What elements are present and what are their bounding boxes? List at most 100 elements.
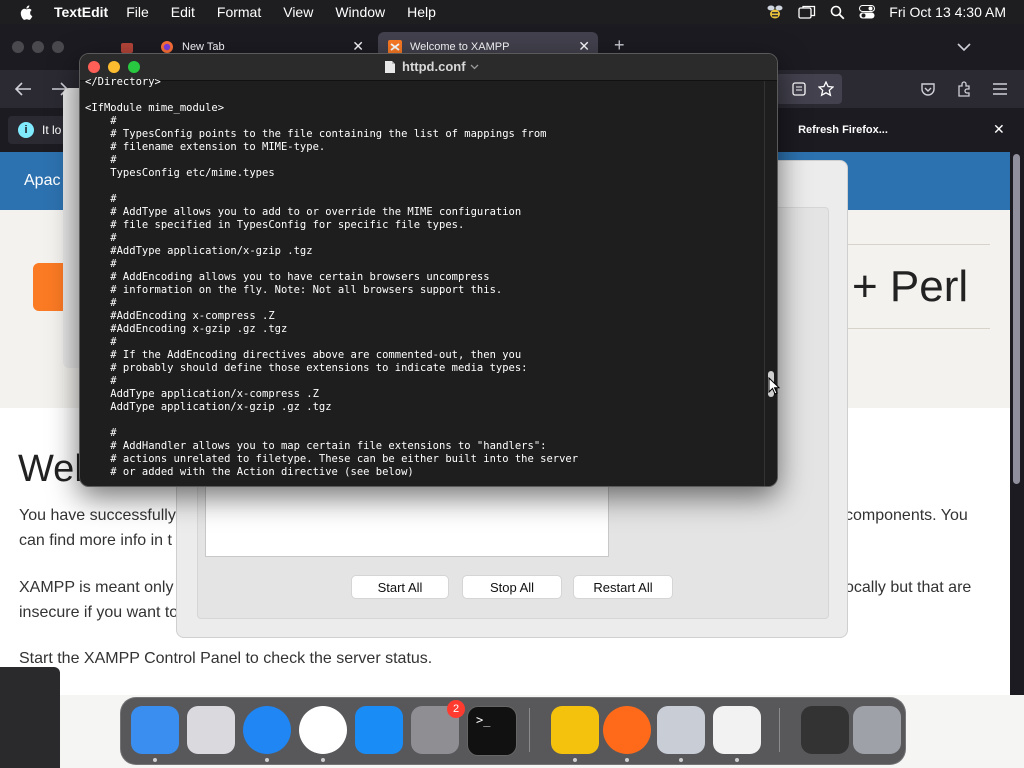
stop-all-button[interactable]: Stop All — [462, 575, 562, 599]
xampp-bee-icon[interactable] — [551, 706, 599, 754]
text-line: # — [85, 375, 117, 387]
app-store-icon[interactable] — [355, 706, 403, 754]
terminal-icon[interactable]: >_ — [467, 706, 517, 756]
window-switcher-icon[interactable] — [798, 5, 816, 19]
pocket-icon[interactable] — [920, 81, 936, 97]
hero-title: + Perl — [852, 262, 969, 311]
menu-edit[interactable]: Edit — [171, 4, 195, 20]
text-line: # file specified in TypesConfig for spec… — [85, 219, 465, 231]
refresh-firefox-button[interactable]: Refresh Firefox... — [778, 116, 908, 144]
restart-all-button[interactable]: Restart All — [573, 575, 673, 599]
menu-help[interactable]: Help — [407, 4, 436, 20]
back-arrow-icon[interactable] — [15, 82, 33, 96]
welcome-heading: Wel — [18, 448, 83, 490]
text-line: # or added with the Action directive (se… — [85, 466, 414, 478]
text-line: # — [85, 232, 117, 244]
menu-view[interactable]: View — [283, 4, 313, 20]
chrome-icon[interactable] — [299, 706, 347, 754]
warning-paragraph-right: ocally but that are — [845, 579, 972, 596]
gear-app-icon[interactable] — [657, 706, 705, 754]
notification-text: It lo — [42, 123, 62, 137]
stop-all-label: Stop All — [489, 579, 535, 595]
text-line: # filename extension to MIME-type. — [85, 141, 326, 153]
tab-label: Welcome to XAMPP — [410, 41, 510, 53]
running-indicator — [321, 758, 325, 762]
document-text-area[interactable]: </Directory> <IfModule mime_module> # # … — [85, 76, 765, 482]
text-line: </Directory> — [85, 76, 161, 88]
firefox-scrollbar[interactable] — [1010, 152, 1024, 695]
running-indicator — [735, 758, 739, 762]
minimize-button[interactable] — [108, 61, 120, 73]
close-button[interactable] — [88, 61, 100, 73]
active-app-name[interactable]: TextEdit — [54, 4, 108, 20]
scrollbar-thumb[interactable] — [1013, 154, 1020, 484]
reader-view-icon[interactable] — [792, 82, 806, 96]
xampp-tab-icon — [388, 40, 402, 54]
text-line: AddType application/x-compress .Z — [85, 388, 319, 400]
start-all-label: Start All — [377, 579, 423, 595]
window-title[interactable]: httpd.conf — [384, 59, 479, 74]
url-bar-right-section — [776, 74, 842, 104]
firefox-icon[interactable] — [603, 706, 651, 754]
launchpad-icon[interactable] — [187, 706, 235, 754]
header-brand[interactable]: Apac — [24, 172, 60, 190]
intro-paragraph-line1: You have successfully — [19, 507, 176, 524]
minimize-window-light[interactable] — [32, 41, 44, 53]
menu-format[interactable]: Format — [217, 4, 261, 20]
text-line: # — [85, 336, 117, 348]
control-panel-paragraph: Start the XAMPP Control Panel to check t… — [19, 650, 433, 667]
text-line: #AddType application/x-gzip .tgz — [85, 245, 313, 257]
bookmark-star-icon[interactable] — [818, 81, 834, 97]
dock-separator — [529, 708, 530, 752]
text-line: AddType application/x-gzip .gz .tgz — [85, 401, 332, 413]
mouse-pointer-icon — [768, 377, 780, 395]
hamburger-menu-icon[interactable] — [992, 82, 1008, 96]
text-line: # — [85, 115, 117, 127]
extension-tab-icon — [121, 43, 133, 53]
preview-doc-icon[interactable] — [801, 706, 849, 754]
xampp-bee-status-icon[interactable] — [766, 4, 784, 20]
text-line: # — [85, 258, 117, 270]
close-notification-icon[interactable]: ✕ — [993, 121, 1005, 138]
intro-paragraph-right: components. You — [845, 507, 968, 524]
menu-bar-clock[interactable]: Fri Oct 13 4:30 AM — [889, 4, 1006, 20]
dock: 2 >_ — [120, 697, 906, 765]
zoom-window-light[interactable] — [52, 41, 64, 53]
menu-window[interactable]: Window — [335, 4, 385, 20]
extensions-puzzle-icon[interactable] — [956, 81, 972, 97]
tab-label: New Tab — [182, 41, 225, 53]
trash-icon[interactable] — [853, 706, 901, 754]
settings-icon[interactable]: 2 — [411, 700, 465, 754]
text-line: # TypesConfig points to the file contain… — [85, 128, 547, 140]
hero-top-rule — [845, 244, 990, 245]
textedit-icon[interactable] — [713, 706, 761, 754]
intro-paragraph-line2: can find more info in t — [19, 532, 172, 549]
start-all-button[interactable]: Start All — [351, 575, 449, 599]
background-window-edge — [0, 667, 60, 768]
running-indicator — [153, 758, 157, 762]
text-line: # AddType allows you to add to or overri… — [85, 206, 522, 218]
list-all-tabs-icon[interactable] — [957, 42, 971, 52]
text-line — [85, 89, 765, 102]
control-center-icon[interactable] — [859, 5, 876, 19]
dock-separator — [779, 708, 780, 752]
text-line: # — [85, 154, 117, 166]
refresh-firefox-label: Refresh Firefox... — [798, 124, 888, 136]
log-text-area[interactable] — [205, 483, 609, 557]
menu-file[interactable]: File — [126, 4, 149, 20]
finder-icon[interactable] — [131, 706, 179, 754]
close-window-light[interactable] — [12, 41, 24, 53]
text-line: <IfModule mime_module> — [85, 102, 225, 114]
running-indicator — [625, 758, 629, 762]
textedit-scrollbar[interactable] — [764, 81, 777, 486]
text-line: # probably should define those extension… — [85, 362, 528, 374]
zoom-button[interactable] — [128, 61, 140, 73]
apple-menu-icon[interactable] — [18, 3, 36, 21]
text-line: # — [85, 427, 117, 439]
text-line: # — [85, 297, 117, 309]
running-indicator — [679, 758, 683, 762]
chevron-down-icon[interactable] — [470, 64, 479, 70]
safari-icon[interactable] — [243, 706, 291, 754]
notification-message-box: i It lo — [8, 116, 68, 144]
spotlight-search-icon[interactable] — [830, 5, 845, 20]
